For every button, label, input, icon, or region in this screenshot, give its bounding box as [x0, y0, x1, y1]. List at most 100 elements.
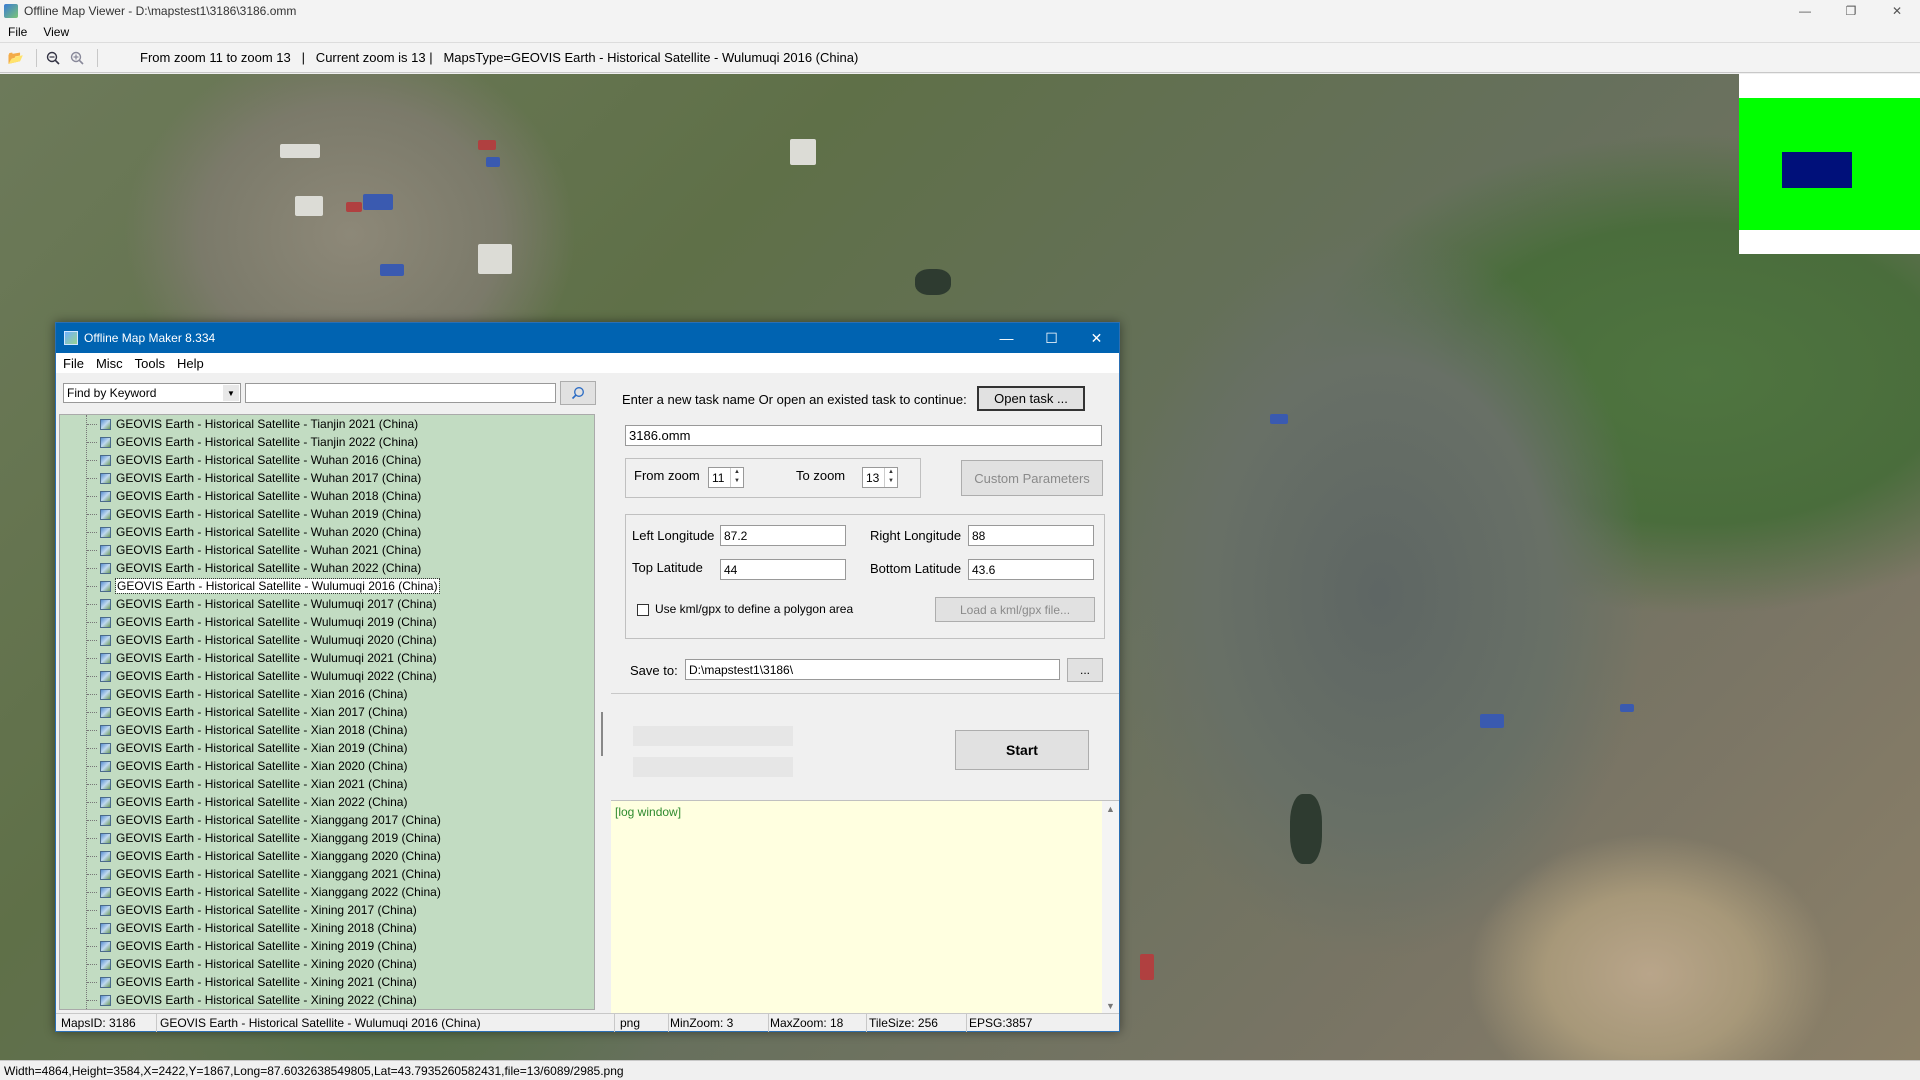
map-layer-icon	[100, 814, 111, 826]
tree-item[interactable]: GEOVIS Earth - Historical Satellite - Wu…	[60, 559, 594, 577]
browse-button[interactable]: ...	[1067, 658, 1103, 682]
spinner-arrows-icon[interactable]: ▲ ▼	[730, 468, 743, 487]
zoom-in-icon[interactable]	[67, 48, 87, 68]
tree-item[interactable]: GEOVIS Earth - Historical Satellite - Xi…	[60, 901, 594, 919]
tree-item[interactable]: GEOVIS Earth - Historical Satellite - Xi…	[60, 793, 594, 811]
left-longitude-input[interactable]: 87.2	[720, 525, 846, 546]
status-min-zoom: MinZoom: 3	[670, 1016, 734, 1030]
folder-open-icon[interactable]: 📂	[6, 48, 26, 68]
scroll-up-icon[interactable]: ▲	[1106, 804, 1115, 814]
tree-item[interactable]: GEOVIS Earth - Historical Satellite - Xi…	[60, 955, 594, 973]
tree-item[interactable]: GEOVIS Earth - Historical Satellite - Xi…	[60, 739, 594, 757]
to-zoom-spinner[interactable]: 13 ▲ ▼	[862, 467, 898, 488]
close-button[interactable]: ✕	[1874, 0, 1920, 22]
find-mode-select[interactable]: Find by Keyword ▼	[63, 383, 241, 403]
restore-button[interactable]: ❐	[1828, 0, 1874, 22]
tree-item[interactable]: GEOVIS Earth - Historical Satellite - Xi…	[60, 865, 594, 883]
scroll-down-icon[interactable]: ▼	[1106, 1001, 1115, 1011]
tree-item[interactable]: GEOVIS Earth - Historical Satellite - Xi…	[60, 919, 594, 937]
tree-item[interactable]: GEOVIS Earth - Historical Satellite - Wu…	[60, 577, 594, 595]
tree-item[interactable]: GEOVIS Earth - Historical Satellite - Xi…	[60, 991, 594, 1009]
menu-misc[interactable]: Misc	[96, 356, 123, 371]
tree-item-label: GEOVIS Earth - Historical Satellite - Wu…	[115, 578, 440, 594]
tree-item[interactable]: GEOVIS Earth - Historical Satellite - Ti…	[60, 433, 594, 451]
status-separator	[156, 1014, 157, 1032]
map-layer-icon	[100, 688, 111, 700]
tree-item[interactable]: GEOVIS Earth - Historical Satellite - Wu…	[60, 631, 594, 649]
map-layer-icon	[100, 724, 111, 736]
search-button[interactable]	[560, 381, 596, 405]
tree-item[interactable]: GEOVIS Earth - Historical Satellite - Xi…	[60, 757, 594, 775]
tree-item[interactable]: GEOVIS Earth - Historical Satellite - Xi…	[60, 775, 594, 793]
tree-item[interactable]: GEOVIS Earth - Historical Satellite - Xi…	[60, 721, 594, 739]
maker-menubar: File Misc Tools Help	[56, 353, 1119, 373]
tree-item[interactable]: GEOVIS Earth - Historical Satellite - Xi…	[60, 937, 594, 955]
scroll-thumb[interactable]	[601, 712, 603, 756]
tree-item-label: GEOVIS Earth - Historical Satellite - Xi…	[116, 813, 441, 827]
map-layer-icon	[100, 796, 111, 808]
menu-help[interactable]: Help	[177, 356, 204, 371]
tree-item[interactable]: GEOVIS Earth - Historical Satellite - Xi…	[60, 811, 594, 829]
tree-item[interactable]: GEOVIS Earth - Historical Satellite - Xi…	[60, 973, 594, 991]
open-task-button[interactable]: Open task ...	[977, 386, 1085, 411]
log-window[interactable]: [log window] ▲ ▼	[611, 800, 1119, 1014]
map-layer-icon	[100, 868, 111, 880]
tree-item[interactable]: GEOVIS Earth - Historical Satellite - Wu…	[60, 523, 594, 541]
tree-item[interactable]: GEOVIS Earth - Historical Satellite - Wu…	[60, 613, 594, 631]
top-latitude-input[interactable]: 44	[720, 559, 846, 580]
tree-item[interactable]: GEOVIS Earth - Historical Satellite - Ti…	[60, 415, 594, 433]
maps-tree[interactable]: GEOVIS Earth - Historical Satellite - Ti…	[59, 414, 595, 1010]
map-maker-window: Offline Map Maker 8.334 — ☐ ✕ File Misc …	[55, 322, 1120, 1032]
minimize-button[interactable]: —	[1782, 0, 1828, 22]
tree-item[interactable]: GEOVIS Earth - Historical Satellite - Wu…	[60, 667, 594, 685]
map-layer-icon	[100, 490, 111, 502]
custom-parameters-button[interactable]: Custom Parameters	[961, 460, 1103, 496]
tree-item[interactable]: GEOVIS Earth - Historical Satellite - Xi…	[60, 883, 594, 901]
progress-bar-2	[633, 757, 793, 777]
status-tile-size: TileSize: 256	[869, 1016, 938, 1030]
tree-item[interactable]: GEOVIS Earth - Historical Satellite - Wu…	[60, 469, 594, 487]
tree-item[interactable]: GEOVIS Earth - Historical Satellite - Wu…	[60, 487, 594, 505]
overview-viewport[interactable]	[1782, 152, 1852, 188]
spinner-arrows-icon[interactable]: ▲ ▼	[884, 468, 897, 487]
chevron-down-icon: ▼	[223, 385, 239, 401]
tree-item[interactable]: GEOVIS Earth - Historical Satellite - Wu…	[60, 541, 594, 559]
minimize-button[interactable]: —	[984, 323, 1029, 353]
menu-file[interactable]: File	[8, 25, 27, 39]
tree-item[interactable]: GEOVIS Earth - Historical Satellite - Wu…	[60, 649, 594, 667]
close-button[interactable]: ✕	[1074, 323, 1119, 353]
search-input[interactable]	[245, 383, 556, 403]
tree-item[interactable]: GEOVIS Earth - Historical Satellite - Xi…	[60, 703, 594, 721]
maximize-button[interactable]: ☐	[1029, 323, 1074, 353]
tree-item[interactable]: GEOVIS Earth - Historical Satellite - Xi…	[60, 685, 594, 703]
save-path-input[interactable]: D:\mapstest1\3186\	[685, 659, 1060, 680]
log-scrollbar[interactable]: ▲ ▼	[1102, 801, 1119, 1014]
divider	[611, 693, 1119, 694]
task-name-input[interactable]: 3186.omm	[625, 425, 1102, 446]
tree-item-label: GEOVIS Earth - Historical Satellite - Xi…	[116, 795, 408, 809]
menu-file[interactable]: File	[63, 356, 84, 371]
tree-item[interactable]: GEOVIS Earth - Historical Satellite - Xi…	[60, 847, 594, 865]
tree-scrollbar[interactable]	[598, 414, 608, 1010]
load-kml-button[interactable]: Load a kml/gpx file...	[935, 597, 1095, 622]
tree-item[interactable]: GEOVIS Earth - Historical Satellite - Xi…	[60, 829, 594, 847]
tree-item[interactable]: GEOVIS Earth - Historical Satellite - Wu…	[60, 451, 594, 469]
start-button[interactable]: Start	[955, 730, 1089, 770]
status-separator	[768, 1014, 769, 1032]
zoom-out-icon[interactable]	[43, 48, 63, 68]
bottom-latitude-input[interactable]: 43.6	[968, 559, 1094, 580]
kml-checkbox[interactable]	[637, 604, 649, 616]
map-layer-icon	[100, 472, 111, 484]
menu-tools[interactable]: Tools	[135, 356, 165, 371]
map-building	[295, 196, 323, 216]
map-building	[478, 244, 512, 274]
tree-item[interactable]: GEOVIS Earth - Historical Satellite - Wu…	[60, 505, 594, 523]
overview-map[interactable]	[1739, 74, 1920, 254]
right-longitude-input[interactable]: 88	[968, 525, 1094, 546]
menu-view[interactable]: View	[43, 25, 69, 39]
map-layer-icon	[100, 634, 111, 646]
tree-item-label: GEOVIS Earth - Historical Satellite - Xi…	[116, 831, 441, 845]
tree-item[interactable]: GEOVIS Earth - Historical Satellite - Wu…	[60, 595, 594, 613]
from-zoom-spinner[interactable]: 11 ▲ ▼	[708, 467, 744, 488]
viewer-titlebar: Offline Map Viewer - D:\mapstest1\3186\3…	[0, 0, 1920, 22]
